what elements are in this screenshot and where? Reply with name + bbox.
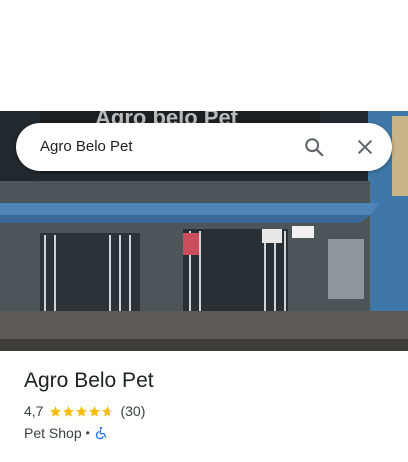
star-icon bbox=[89, 405, 101, 417]
review-count[interactable]: (30) bbox=[120, 403, 145, 419]
star-icon bbox=[63, 405, 75, 417]
search-button[interactable] bbox=[298, 131, 330, 163]
place-title[interactable]: Agro Belo Pet bbox=[24, 365, 394, 397]
rating-value: 4,7 bbox=[24, 403, 44, 419]
place-category: Pet Shop bbox=[24, 425, 82, 441]
wheelchair-icon bbox=[95, 426, 107, 440]
rating-row[interactable]: 4,7 (30) bbox=[24, 401, 394, 421]
place-details: Agro Belo Pet 4,7 (30) Pet Shop • bbox=[24, 365, 394, 443]
star-rating bbox=[49, 405, 114, 418]
search-input[interactable]: Agro Belo Pet bbox=[40, 123, 133, 171]
close-button[interactable] bbox=[349, 131, 381, 163]
search-box[interactable]: Agro Belo Pet bbox=[16, 123, 392, 171]
category-row: Pet Shop • bbox=[24, 423, 394, 443]
separator: • bbox=[85, 426, 90, 440]
star-icon bbox=[76, 405, 88, 417]
star-half-icon bbox=[102, 405, 114, 417]
close-icon bbox=[358, 140, 372, 154]
star-icon bbox=[50, 405, 62, 417]
search-icon bbox=[305, 138, 324, 157]
map-area-blank bbox=[0, 0, 408, 111]
